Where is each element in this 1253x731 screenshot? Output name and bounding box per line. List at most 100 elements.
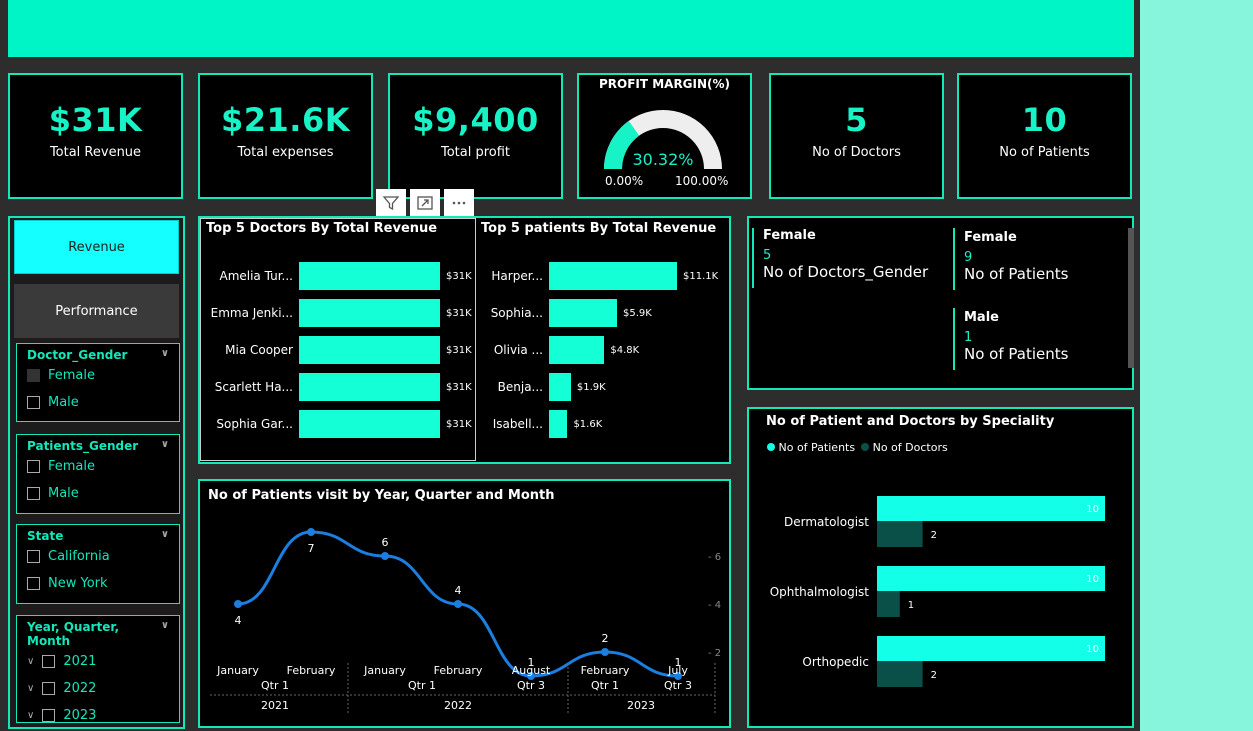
x-tick-label: February xyxy=(287,664,336,677)
kpi-label: No of Doctors xyxy=(812,145,901,160)
option-label: 2023 xyxy=(63,708,97,723)
data-point xyxy=(601,648,609,656)
kpi-no-of-doctors: 5 No of Doctors xyxy=(769,73,944,199)
slicer-title: Doctor_Gender xyxy=(27,348,128,362)
doctor-bar-row[interactable]: Scarlett Ha... $31K xyxy=(200,373,472,401)
checkbox[interactable] xyxy=(27,396,40,409)
scrollbar[interactable] xyxy=(1128,228,1134,368)
bar-value: $31K xyxy=(446,381,472,393)
patient-bar-row[interactable]: Isabell... $1.6K xyxy=(485,410,602,438)
bar[interactable] xyxy=(549,373,571,401)
slicer-option-female[interactable]: Female xyxy=(27,362,169,389)
card-title: Female xyxy=(964,230,1017,245)
patient-female-block: Female 9 No of Patients xyxy=(953,228,1068,290)
kpi-label: Total expenses xyxy=(237,145,334,160)
x-tick-label: July xyxy=(667,664,688,677)
patient-bar-row[interactable]: Sophia... $5.9K xyxy=(485,299,652,327)
bar[interactable] xyxy=(299,262,440,290)
bar[interactable] xyxy=(299,410,440,438)
bar-value: $4.8K xyxy=(610,344,640,356)
x-tick-label: January xyxy=(216,664,259,677)
data-label: 7 xyxy=(308,542,315,555)
slicer-option-male[interactable]: Male xyxy=(27,389,169,416)
legend-item-doctors[interactable]: No of Doctors xyxy=(861,441,948,454)
bar[interactable] xyxy=(299,373,440,401)
patients-gender-slicer: Patients_Gender ∨ Female Male xyxy=(16,434,180,514)
chevron-down-icon[interactable]: ∨ xyxy=(161,439,169,453)
doctor-female-block: Female 5 No of Doctors_Gender xyxy=(752,228,928,288)
chevron-down-icon[interactable]: ∨ xyxy=(161,529,169,543)
report-canvas: $31K Total Revenue $21.6K Total expenses… xyxy=(0,0,1140,731)
revenue-button[interactable]: Revenue xyxy=(14,220,179,274)
bar[interactable] xyxy=(299,299,440,327)
focus-mode-icon[interactable] xyxy=(410,189,440,217)
slicer-option-2022[interactable]: ∨ 2022 xyxy=(27,675,169,702)
gauge-max: 100.00% xyxy=(675,174,728,187)
category-label: Dermatologist xyxy=(784,515,869,529)
speciality-bar-chart[interactable]: No of Patient and Doctors by Speciality … xyxy=(747,407,1134,728)
gauge-value: 30.32% xyxy=(632,150,693,169)
patient-bar-row[interactable]: Harper... $11.1K xyxy=(485,262,718,290)
slicer-option-california[interactable]: California xyxy=(27,543,169,570)
y-tick-label: - 2 xyxy=(708,648,721,659)
checkbox[interactable] xyxy=(27,487,40,500)
category-label: Orthopedic xyxy=(802,655,869,669)
kpi-total-expenses: $21.6K Total expenses xyxy=(198,73,373,199)
doctor-bar-row[interactable]: Emma Jenki... $31K xyxy=(200,299,472,327)
filter-icon[interactable] xyxy=(376,189,406,217)
card-value: 1 xyxy=(964,330,973,345)
checkbox[interactable] xyxy=(42,682,56,695)
slicer-option-2021[interactable]: ∨ 2021 xyxy=(27,648,169,675)
quarter-label: Qtr 1 xyxy=(261,679,289,692)
gauge-fill xyxy=(604,120,640,170)
kpi-value: 10 xyxy=(1021,101,1068,139)
checkbox[interactable] xyxy=(42,655,56,668)
bar[interactable] xyxy=(549,262,677,290)
slicer-option-new-york[interactable]: New York xyxy=(27,570,169,597)
bar[interactable] xyxy=(549,299,618,327)
doctor-bar-row[interactable]: Amelia Tur... $31K xyxy=(200,262,472,290)
chevron-down-icon[interactable]: ∨ xyxy=(161,620,169,648)
slicer-option-male[interactable]: Male xyxy=(27,480,169,507)
bar-label: Mia Cooper xyxy=(225,343,293,357)
checkbox[interactable] xyxy=(42,709,56,722)
bar-label: Emma Jenki... xyxy=(210,306,293,320)
kpi-total-revenue: $31K Total Revenue xyxy=(8,73,183,199)
expand-icon[interactable]: ∨ xyxy=(27,710,34,721)
bar[interactable] xyxy=(549,336,605,364)
more-options-icon[interactable] xyxy=(444,189,474,217)
x-tick-label: February xyxy=(434,664,483,677)
bar-value: $31K xyxy=(446,307,472,319)
quarter-label: Qtr 3 xyxy=(664,679,692,692)
chevron-down-icon[interactable]: ∨ xyxy=(161,348,169,362)
data-label: 2 xyxy=(602,632,609,645)
doctor-bar-row[interactable]: Sophia Gar... $31K xyxy=(200,410,472,438)
checkbox[interactable] xyxy=(27,550,40,563)
performance-button[interactable]: Performance xyxy=(14,284,179,338)
checkbox[interactable] xyxy=(27,577,40,590)
checkbox[interactable] xyxy=(27,460,40,473)
kpi-value: $21.6K xyxy=(220,101,350,139)
expand-icon[interactable]: ∨ xyxy=(27,683,34,694)
card-value: 9 xyxy=(964,250,973,265)
bar-label: Olivia ... xyxy=(493,343,543,357)
kpi-total-profit: $9,400 Total profit xyxy=(388,73,563,199)
doctor-bar-row[interactable]: Mia Cooper $31K xyxy=(200,336,472,364)
patients-visit-line-chart[interactable]: No of Patients visit by Year, Quarter an… xyxy=(198,479,731,728)
legend-item-patients[interactable]: No of Patients xyxy=(767,441,855,454)
card-label: No of Patients xyxy=(964,345,1069,363)
quarter-label: Qtr 1 xyxy=(591,679,619,692)
kpi-label: No of Patients xyxy=(999,145,1090,160)
slicer-option-female[interactable]: Female xyxy=(27,453,169,480)
slicer-option-2023[interactable]: ∨ 2023 xyxy=(27,702,169,729)
patient-bar-row[interactable]: Benja... $1.9K xyxy=(485,373,606,401)
kpi-value: $31K xyxy=(48,101,143,139)
checkbox[interactable] xyxy=(27,369,40,382)
data-point xyxy=(307,528,315,536)
patient-bar-row[interactable]: Olivia ... $4.8K xyxy=(485,336,639,364)
gauge-min: 0.00% xyxy=(605,174,643,187)
bar-doctors xyxy=(877,661,923,687)
expand-icon[interactable]: ∨ xyxy=(27,656,34,667)
bar[interactable] xyxy=(549,410,568,438)
bar[interactable] xyxy=(299,336,440,364)
